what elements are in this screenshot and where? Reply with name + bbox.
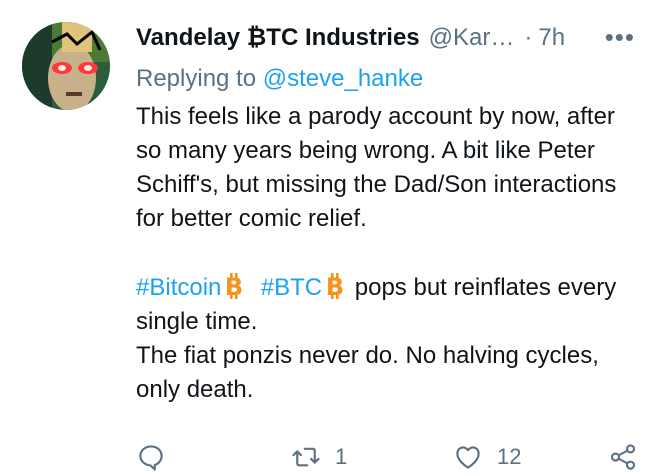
retweet-count: 1 — [335, 444, 348, 469]
tweet-paragraph-1: This feels like a parody account by now,… — [136, 103, 617, 232]
svg-text:B: B — [326, 273, 344, 299]
more-options-icon[interactable]: ••• — [605, 22, 635, 52]
hashtag-btc[interactable]: #BTC — [261, 274, 322, 301]
reply-button[interactable] — [136, 442, 180, 472]
retweet-icon — [292, 447, 320, 467]
action-bar: 1 12 — [0, 440, 647, 476]
display-name[interactable]: Vandelay ₿TC Industries — [136, 24, 420, 52]
replying-to-mention[interactable]: @steve_hanke — [263, 65, 423, 92]
tweet-text: This feels like a parody account by now,… — [136, 100, 642, 407]
like-button[interactable]: 12 — [453, 442, 521, 472]
avatar-image — [22, 22, 110, 110]
heart-icon — [456, 446, 480, 469]
share-button[interactable] — [608, 442, 638, 472]
separator-dot: · — [524, 24, 533, 51]
reply-icon — [139, 445, 163, 471]
tweet-paragraph-2: #Bitcoin B #BTC B pops but reinflates ev… — [136, 271, 642, 339]
tweet-paragraph-3: The fiat ponzis never do. No halving cyc… — [136, 342, 599, 403]
share-icon — [610, 444, 636, 470]
retweet-button[interactable]: 1 — [291, 442, 347, 472]
bitcoin-emoji-icon: B — [326, 273, 344, 299]
avatar[interactable] — [22, 22, 110, 110]
timestamp[interactable]: 7h — [538, 24, 565, 52]
bitcoin-emoji-icon: B — [225, 273, 244, 299]
svg-text:B: B — [225, 273, 243, 299]
user-handle[interactable]: @Kar… — [429, 24, 515, 52]
like-count: 12 — [497, 444, 522, 469]
hashtag-bitcoin[interactable]: #Bitcoin — [136, 274, 221, 301]
replying-prefix: Replying to — [136, 65, 263, 92]
replying-to-line: Replying to @steve_hanke — [136, 62, 423, 96]
tweet-header: Vandelay ₿TC Industries @Kar… · 7h ••• — [136, 20, 647, 56]
